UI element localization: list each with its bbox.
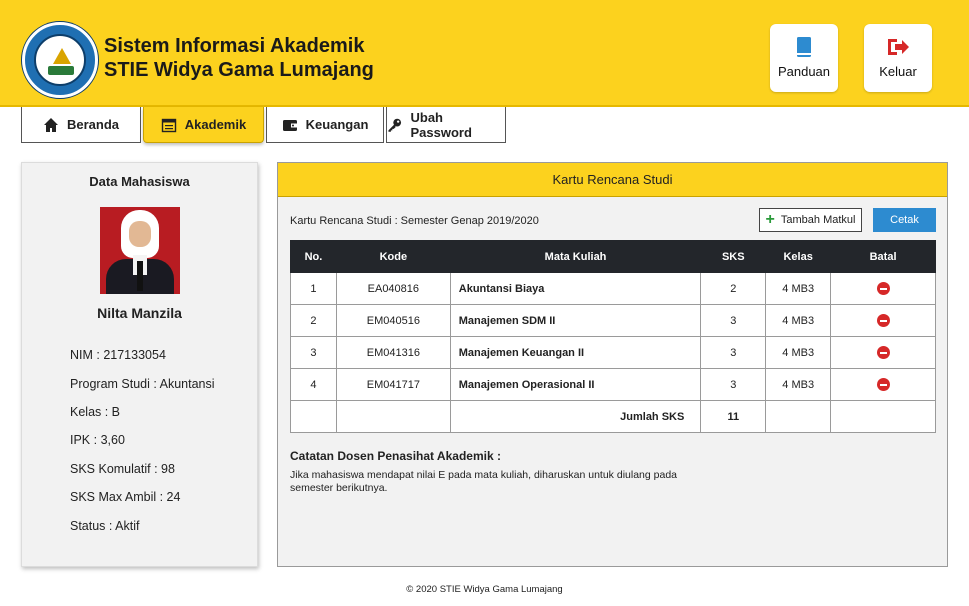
- app-header: Sistem Informasi Akademik STIE Widya Gam…: [0, 0, 969, 107]
- guide-button[interactable]: Panduan: [770, 24, 838, 92]
- cell-mata-kuliah: Akuntansi Biaya: [449, 272, 702, 305]
- tab-keuangan-label: Keuangan: [305, 117, 369, 132]
- book-icon: [797, 37, 811, 57]
- add-course-button[interactable]: + Tambah Matkul: [759, 208, 862, 232]
- app-title-line2: STIE Widya Gama Lumajang: [104, 59, 374, 81]
- institution-logo: [22, 22, 98, 98]
- table-header-row: No. Kode Mata Kuliah SKS Kelas Batal: [290, 240, 936, 273]
- cell-sks: 3: [700, 304, 767, 337]
- cell-kelas: 4 MB3: [765, 272, 832, 305]
- cell-mata-kuliah: Manajemen SDM II: [449, 304, 702, 337]
- cell-no: 4: [290, 368, 337, 401]
- tab-akademik[interactable]: Akademik: [143, 107, 264, 143]
- student-max-credits: SKS Max Ambil : 24: [70, 490, 181, 504]
- student-status: Status : Aktif: [70, 519, 140, 533]
- cell-batal: [830, 336, 936, 369]
- col-batal: Batal: [830, 240, 936, 273]
- student-card: Data Mahasiswa Nilta Manzila NIM : 21713…: [21, 162, 258, 567]
- table-row: 3 EM041316 Manajemen Keuangan II 3 4 MB3: [290, 336, 936, 369]
- col-mata-kuliah: Mata Kuliah: [449, 240, 702, 273]
- cell-no: 1: [290, 272, 337, 305]
- total-row: Jumlah SKS 11: [290, 400, 936, 433]
- cell-no: 3: [290, 336, 337, 369]
- total-sks-value: 11: [700, 400, 767, 433]
- krs-table: No. Kode Mata Kuliah SKS Kelas Batal 1 E…: [290, 240, 936, 433]
- col-kode: Kode: [335, 240, 451, 273]
- krs-card: Kartu Rencana Studi Kartu Rencana Studi …: [277, 162, 948, 567]
- cell-batal: [830, 368, 936, 401]
- cell-kode: EA040816: [335, 272, 451, 305]
- table-row: 4 EM041717 Manajemen Operasional II 3 4 …: [290, 368, 936, 401]
- student-nim: NIM : 217133054: [70, 348, 166, 362]
- cancel-course-icon[interactable]: [876, 346, 890, 359]
- cell-sks: 3: [700, 368, 767, 401]
- student-cumulative-credits: SKS Komulatif : 98: [70, 462, 175, 476]
- krs-subtitle: Kartu Rencana Studi : Semester Genap 201…: [290, 215, 539, 227]
- guide-button-label: Panduan: [777, 64, 831, 79]
- logout-icon: [888, 39, 909, 55]
- cell-mata-kuliah: Manajemen Keuangan II: [449, 336, 702, 369]
- cancel-course-icon[interactable]: [876, 282, 890, 295]
- tab-keuangan[interactable]: Keuangan: [266, 107, 384, 143]
- logout-button[interactable]: Keluar: [864, 24, 932, 92]
- cell-kelas: 4 MB3: [765, 336, 832, 369]
- student-photo: [100, 207, 180, 294]
- cell-kode: EM040516: [335, 304, 451, 337]
- print-button[interactable]: Cetak: [873, 208, 936, 232]
- app-title: Sistem Informasi Akademik STIE Widya Gam…: [104, 34, 374, 82]
- advisor-note-body: Jika mahasiswa mendapat nilai E pada mat…: [290, 469, 677, 494]
- calendar-icon: [161, 118, 176, 132]
- student-name: Nilta Manzila: [97, 305, 182, 321]
- cancel-course-icon[interactable]: [876, 314, 890, 327]
- plus-icon: +: [765, 211, 775, 228]
- table-row: 2 EM040516 Manajemen SDM II 3 4 MB3: [290, 304, 936, 337]
- cell-sks: 3: [700, 336, 767, 369]
- tab-ubah-password[interactable]: Ubah Password: [386, 107, 506, 143]
- cell-batal: [830, 272, 936, 305]
- advisor-note-title: Catatan Dosen Penasihat Akademik :: [290, 449, 501, 463]
- student-gpa: IPK : 3,60: [70, 433, 125, 447]
- col-kelas: Kelas: [765, 240, 832, 273]
- table-row: 1 EA040816 Akuntansi Biaya 2 4 MB3: [290, 272, 936, 305]
- cancel-course-icon[interactable]: [876, 378, 890, 391]
- tab-akademik-label: Akademik: [184, 117, 247, 132]
- add-course-label: Tambah Matkul: [780, 214, 856, 226]
- wallet-icon: [282, 119, 297, 131]
- krs-card-title: Kartu Rencana Studi: [278, 163, 947, 197]
- cell-no: 2: [290, 304, 337, 337]
- col-sks: SKS: [700, 240, 767, 273]
- student-program: Program Studi : Akuntansi: [70, 377, 215, 391]
- logout-button-label: Keluar: [879, 64, 917, 79]
- home-icon: [43, 117, 58, 132]
- total-sks-label: Jumlah SKS: [449, 400, 702, 433]
- col-no: No.: [290, 240, 337, 273]
- cell-kelas: 4 MB3: [765, 368, 832, 401]
- footer-copyright: © 2020 STIE Widya Gama Lumajang: [406, 584, 563, 595]
- cell-mata-kuliah: Manajemen Operasional II: [449, 368, 702, 401]
- cell-kode: EM041316: [335, 336, 451, 369]
- cell-batal: [830, 304, 936, 337]
- key-icon: [388, 118, 402, 132]
- student-card-title: Data Mahasiswa: [89, 174, 190, 189]
- cell-kode: EM041717: [335, 368, 451, 401]
- tab-beranda-label: Beranda: [66, 117, 120, 132]
- tab-ubah-password-label: Ubah Password: [410, 109, 472, 140]
- app-title-line1: Sistem Informasi Akademik: [104, 35, 365, 57]
- student-class: Kelas : B: [70, 405, 121, 419]
- tab-beranda[interactable]: Beranda: [21, 107, 141, 143]
- cell-kelas: 4 MB3: [765, 304, 832, 337]
- cell-sks: 2: [700, 272, 767, 305]
